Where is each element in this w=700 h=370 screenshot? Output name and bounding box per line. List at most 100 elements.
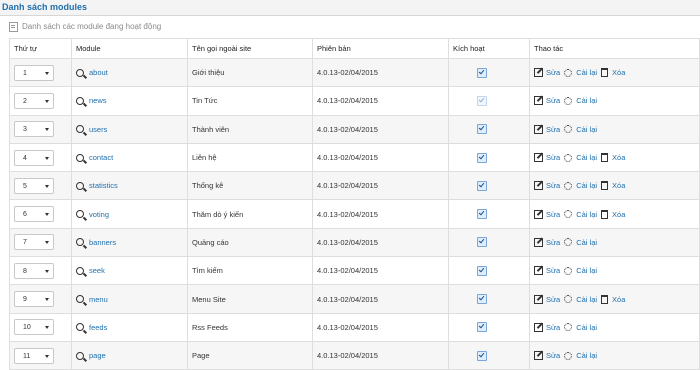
trash-icon[interactable] [601,294,609,304]
edit-icon[interactable] [534,153,543,163]
edit-icon[interactable] [534,266,543,276]
edit-icon[interactable] [534,181,543,191]
edit-icon[interactable] [534,294,543,304]
module-link[interactable]: statistics [89,181,118,190]
table-row: 4 contact Liên hệ 4.0.13-02/04/2015 Sửa … [9,142,700,173]
order-value: 9 [23,296,27,304]
gear-icon[interactable] [564,323,573,332]
reinstall-link[interactable]: Cài lại [576,68,597,77]
gear-icon[interactable] [564,181,573,190]
search-icon[interactable] [76,68,84,77]
search-icon[interactable] [76,96,84,105]
reinstall-link[interactable]: Cài lại [576,351,597,360]
order-select[interactable]: 5 [14,177,54,194]
edit-link[interactable]: Sửa [546,210,560,219]
order-select[interactable]: 2 [14,92,54,109]
search-icon[interactable] [76,125,84,134]
delete-link[interactable]: Xóa [612,295,625,304]
edit-icon[interactable] [534,124,543,134]
edit-icon[interactable] [534,68,543,78]
active-checkbox[interactable] [477,67,487,78]
order-select[interactable]: 3 [14,121,54,138]
module-link[interactable]: contact [89,153,113,162]
edit-icon[interactable] [534,96,543,106]
order-select[interactable]: 11 [14,347,54,364]
module-link[interactable]: seek [89,266,105,275]
module-link[interactable]: voting [89,210,109,219]
active-checkbox[interactable] [477,152,487,163]
edit-link[interactable]: Sửa [546,96,560,105]
gear-icon[interactable] [564,125,573,134]
edit-icon[interactable] [534,322,543,332]
module-link[interactable]: news [89,96,107,105]
module-link[interactable]: menu [89,295,108,304]
reinstall-link[interactable]: Cài lại [576,295,597,304]
order-select[interactable]: 10 [14,319,54,336]
module-link[interactable]: about [89,68,108,77]
edit-link[interactable]: Sửa [546,323,560,332]
module-link[interactable]: banners [89,238,116,247]
reinstall-link[interactable]: Cài lại [576,125,597,134]
active-checkbox[interactable] [477,294,487,305]
active-checkbox[interactable] [477,265,487,276]
gear-icon[interactable] [564,210,573,219]
trash-icon[interactable] [601,209,609,219]
reinstall-link[interactable]: Cài lại [576,266,597,275]
order-select[interactable]: 4 [14,149,54,166]
delete-link[interactable]: Xóa [612,153,625,162]
gear-icon[interactable] [564,96,573,105]
reinstall-link[interactable]: Cài lại [576,323,597,332]
search-icon[interactable] [76,295,84,304]
delete-link[interactable]: Xóa [612,68,625,77]
active-checkbox[interactable] [477,209,487,220]
search-icon[interactable] [76,351,84,360]
edit-link[interactable]: Sửa [546,125,560,134]
reinstall-link[interactable]: Cài lại [576,96,597,105]
active-checkbox[interactable] [477,124,487,135]
order-select[interactable]: 1 [14,64,54,81]
reinstall-link[interactable]: Cài lại [576,181,597,190]
active-checkbox[interactable] [477,180,487,191]
edit-icon[interactable] [534,209,543,219]
edit-link[interactable]: Sửa [546,153,560,162]
edit-icon[interactable] [534,237,543,247]
order-select[interactable]: 8 [14,262,54,279]
gear-icon[interactable] [564,238,573,247]
order-select[interactable]: 7 [14,234,54,251]
reinstall-link[interactable]: Cài lại [576,238,597,247]
edit-link[interactable]: Sửa [546,351,560,360]
module-link[interactable]: users [89,125,107,134]
reinstall-link[interactable]: Cài lại [576,153,597,162]
active-checkbox[interactable] [477,322,487,333]
edit-link[interactable]: Sửa [546,181,560,190]
search-icon[interactable] [76,238,84,247]
gear-icon[interactable] [564,351,573,360]
order-select[interactable]: 9 [14,291,54,308]
edit-icon[interactable] [534,351,543,361]
delete-link[interactable]: Xóa [612,181,625,190]
search-icon[interactable] [76,210,84,219]
reinstall-link[interactable]: Cài lại [576,210,597,219]
gear-icon[interactable] [564,295,573,304]
search-icon[interactable] [76,266,84,275]
module-link[interactable]: page [89,351,106,360]
search-icon[interactable] [76,181,84,190]
edit-link[interactable]: Sửa [546,68,560,77]
edit-link[interactable]: Sửa [546,295,560,304]
search-icon[interactable] [76,323,84,332]
delete-link[interactable]: Xóa [612,210,625,219]
search-icon[interactable] [76,153,84,162]
active-checkbox[interactable] [477,237,487,248]
order-select[interactable]: 6 [14,206,54,223]
trash-icon[interactable] [601,68,609,78]
gear-icon[interactable] [564,153,573,162]
trash-icon[interactable] [601,181,609,191]
trash-icon[interactable] [601,153,609,163]
module-link[interactable]: feeds [89,323,107,332]
gear-icon[interactable] [564,266,573,275]
table-row: 9 menu Menu Site 4.0.13-02/04/2015 Sửa C… [9,284,700,314]
gear-icon[interactable] [564,68,573,77]
edit-link[interactable]: Sửa [546,266,560,275]
edit-link[interactable]: Sửa [546,238,560,247]
active-checkbox[interactable] [477,350,487,361]
